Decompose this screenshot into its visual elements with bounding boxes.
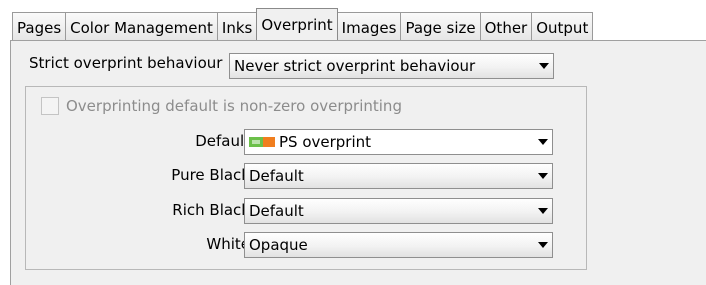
- rich-black-value: Default: [249, 202, 304, 220]
- chevron-down-icon: [535, 54, 553, 78]
- nonzero-overprint-checkbox[interactable]: [41, 97, 59, 115]
- chevron-down-icon: [534, 233, 552, 257]
- default-label: Default: [195, 132, 250, 150]
- default-dropdown[interactable]: PS overprint: [244, 129, 553, 155]
- tab-other[interactable]: Other: [479, 12, 533, 40]
- chevron-down-icon: [534, 199, 552, 223]
- rich-black-label: Rich Black: [172, 201, 250, 219]
- tab-pages[interactable]: Pages: [12, 12, 67, 40]
- strict-overprint-dropdown[interactable]: Never strict overprint behaviour: [229, 53, 554, 79]
- tab-bar: Pages Color Management Inks Overprint Im…: [12, 8, 594, 40]
- tab-overprint[interactable]: Overprint: [256, 8, 338, 40]
- tab-color-management[interactable]: Color Management: [65, 12, 218, 40]
- strict-overprint-value: Never strict overprint behaviour: [234, 57, 476, 75]
- ps-overprint-swatch-icon: [249, 134, 275, 148]
- pure-black-value: Default: [249, 167, 304, 185]
- chevron-down-icon: [534, 130, 552, 154]
- pure-black-dropdown[interactable]: Default: [244, 163, 553, 189]
- strict-overprint-label: Strict overprint behaviour: [29, 54, 223, 72]
- tab-page-size[interactable]: Page size: [400, 12, 481, 40]
- default-value: PS overprint: [279, 133, 372, 151]
- overprint-tab-page: Strict overprint behaviour Never strict …: [10, 40, 706, 285]
- overprint-settings-panel: Pages Color Management Inks Overprint Im…: [0, 0, 706, 285]
- rich-black-dropdown[interactable]: Default: [244, 198, 553, 224]
- tab-inks[interactable]: Inks: [216, 12, 258, 40]
- overprint-options-group: Overprinting default is non-zero overpri…: [25, 86, 587, 270]
- white-dropdown[interactable]: Opaque: [244, 232, 553, 258]
- tab-output[interactable]: Output: [531, 12, 594, 40]
- chevron-down-icon: [534, 164, 552, 188]
- tab-images[interactable]: Images: [336, 12, 402, 40]
- pure-black-label: Pure Black: [171, 166, 250, 184]
- white-value: Opaque: [249, 236, 308, 254]
- nonzero-overprint-label: Overprinting default is non-zero overpri…: [66, 97, 402, 115]
